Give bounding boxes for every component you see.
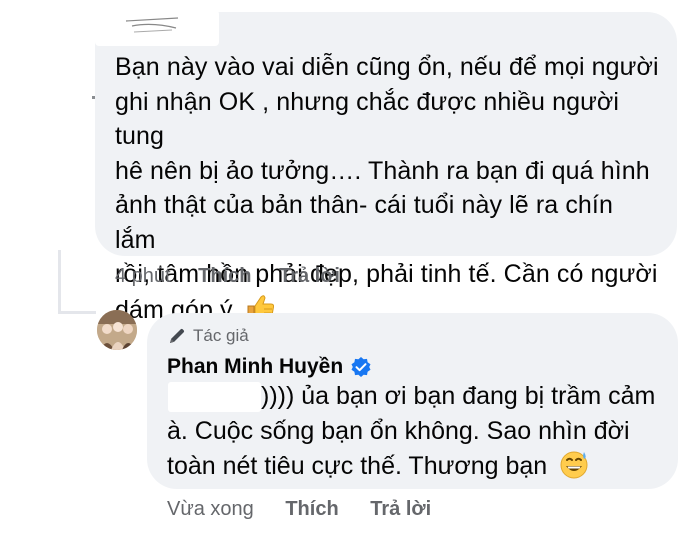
scribble-mark	[125, 17, 179, 33]
reply-text: )))) ủa bạn ơi bạn đang bị trầm cảm à. C…	[167, 379, 667, 484]
reply-line: toàn nét tiêu cực thế. Thương bạn	[167, 452, 548, 480]
comment-line: Bạn này vào vai diễn cũng ổn, nếu để mọi…	[115, 53, 659, 81]
comment-time: 4 phút	[115, 265, 171, 287]
avatar[interactable]	[97, 310, 137, 350]
reply-actions: Vừa xong Thích Trả lời	[167, 498, 431, 521]
author-badge: Tác giả	[167, 326, 249, 346]
reply-button[interactable]: Trả lời	[279, 265, 340, 287]
reply-line-first: )))) ủa bạn ơi bạn đang bị trầm cảm	[167, 379, 667, 414]
comment-line: ảnh thật của bản thân- cái tuổi này lẽ r…	[115, 191, 613, 254]
author-badge-label: Tác giả	[193, 326, 249, 345]
thread-connector	[58, 311, 96, 314]
grinning-sweat-icon	[560, 451, 588, 479]
comment-line: ghi nhận OK , nhưng chắc được nhiều ngườ…	[115, 87, 620, 151]
reply-line: )))) ủa bạn ơi bạn đang bị trầm cảm	[261, 382, 656, 410]
reply-line-last: toàn nét tiêu cực thế. Thương bạn	[167, 448, 667, 484]
verified-badge-icon	[351, 357, 371, 377]
like-button[interactable]: Thích	[285, 498, 338, 520]
reply-line: à. Cuộc sống bạn ổn không. Sao nhìn đời	[167, 416, 630, 445]
comment-actions: 4 phút Thích Trả lời	[115, 265, 340, 288]
avatar-image	[97, 310, 137, 350]
comment-line: hê nên bị ảo tưởng…. Thành ra bạn đi quá…	[115, 156, 650, 185]
reply-button[interactable]: Trả lời	[370, 498, 431, 520]
reply-time: Vừa xong	[167, 498, 254, 520]
thread-line	[58, 250, 61, 314]
like-button[interactable]: Thích	[198, 265, 251, 287]
author-name[interactable]: Phan Minh Huyền	[167, 355, 343, 379]
pen-icon	[170, 328, 185, 343]
reply-author: Phan Minh Huyền	[167, 355, 372, 379]
